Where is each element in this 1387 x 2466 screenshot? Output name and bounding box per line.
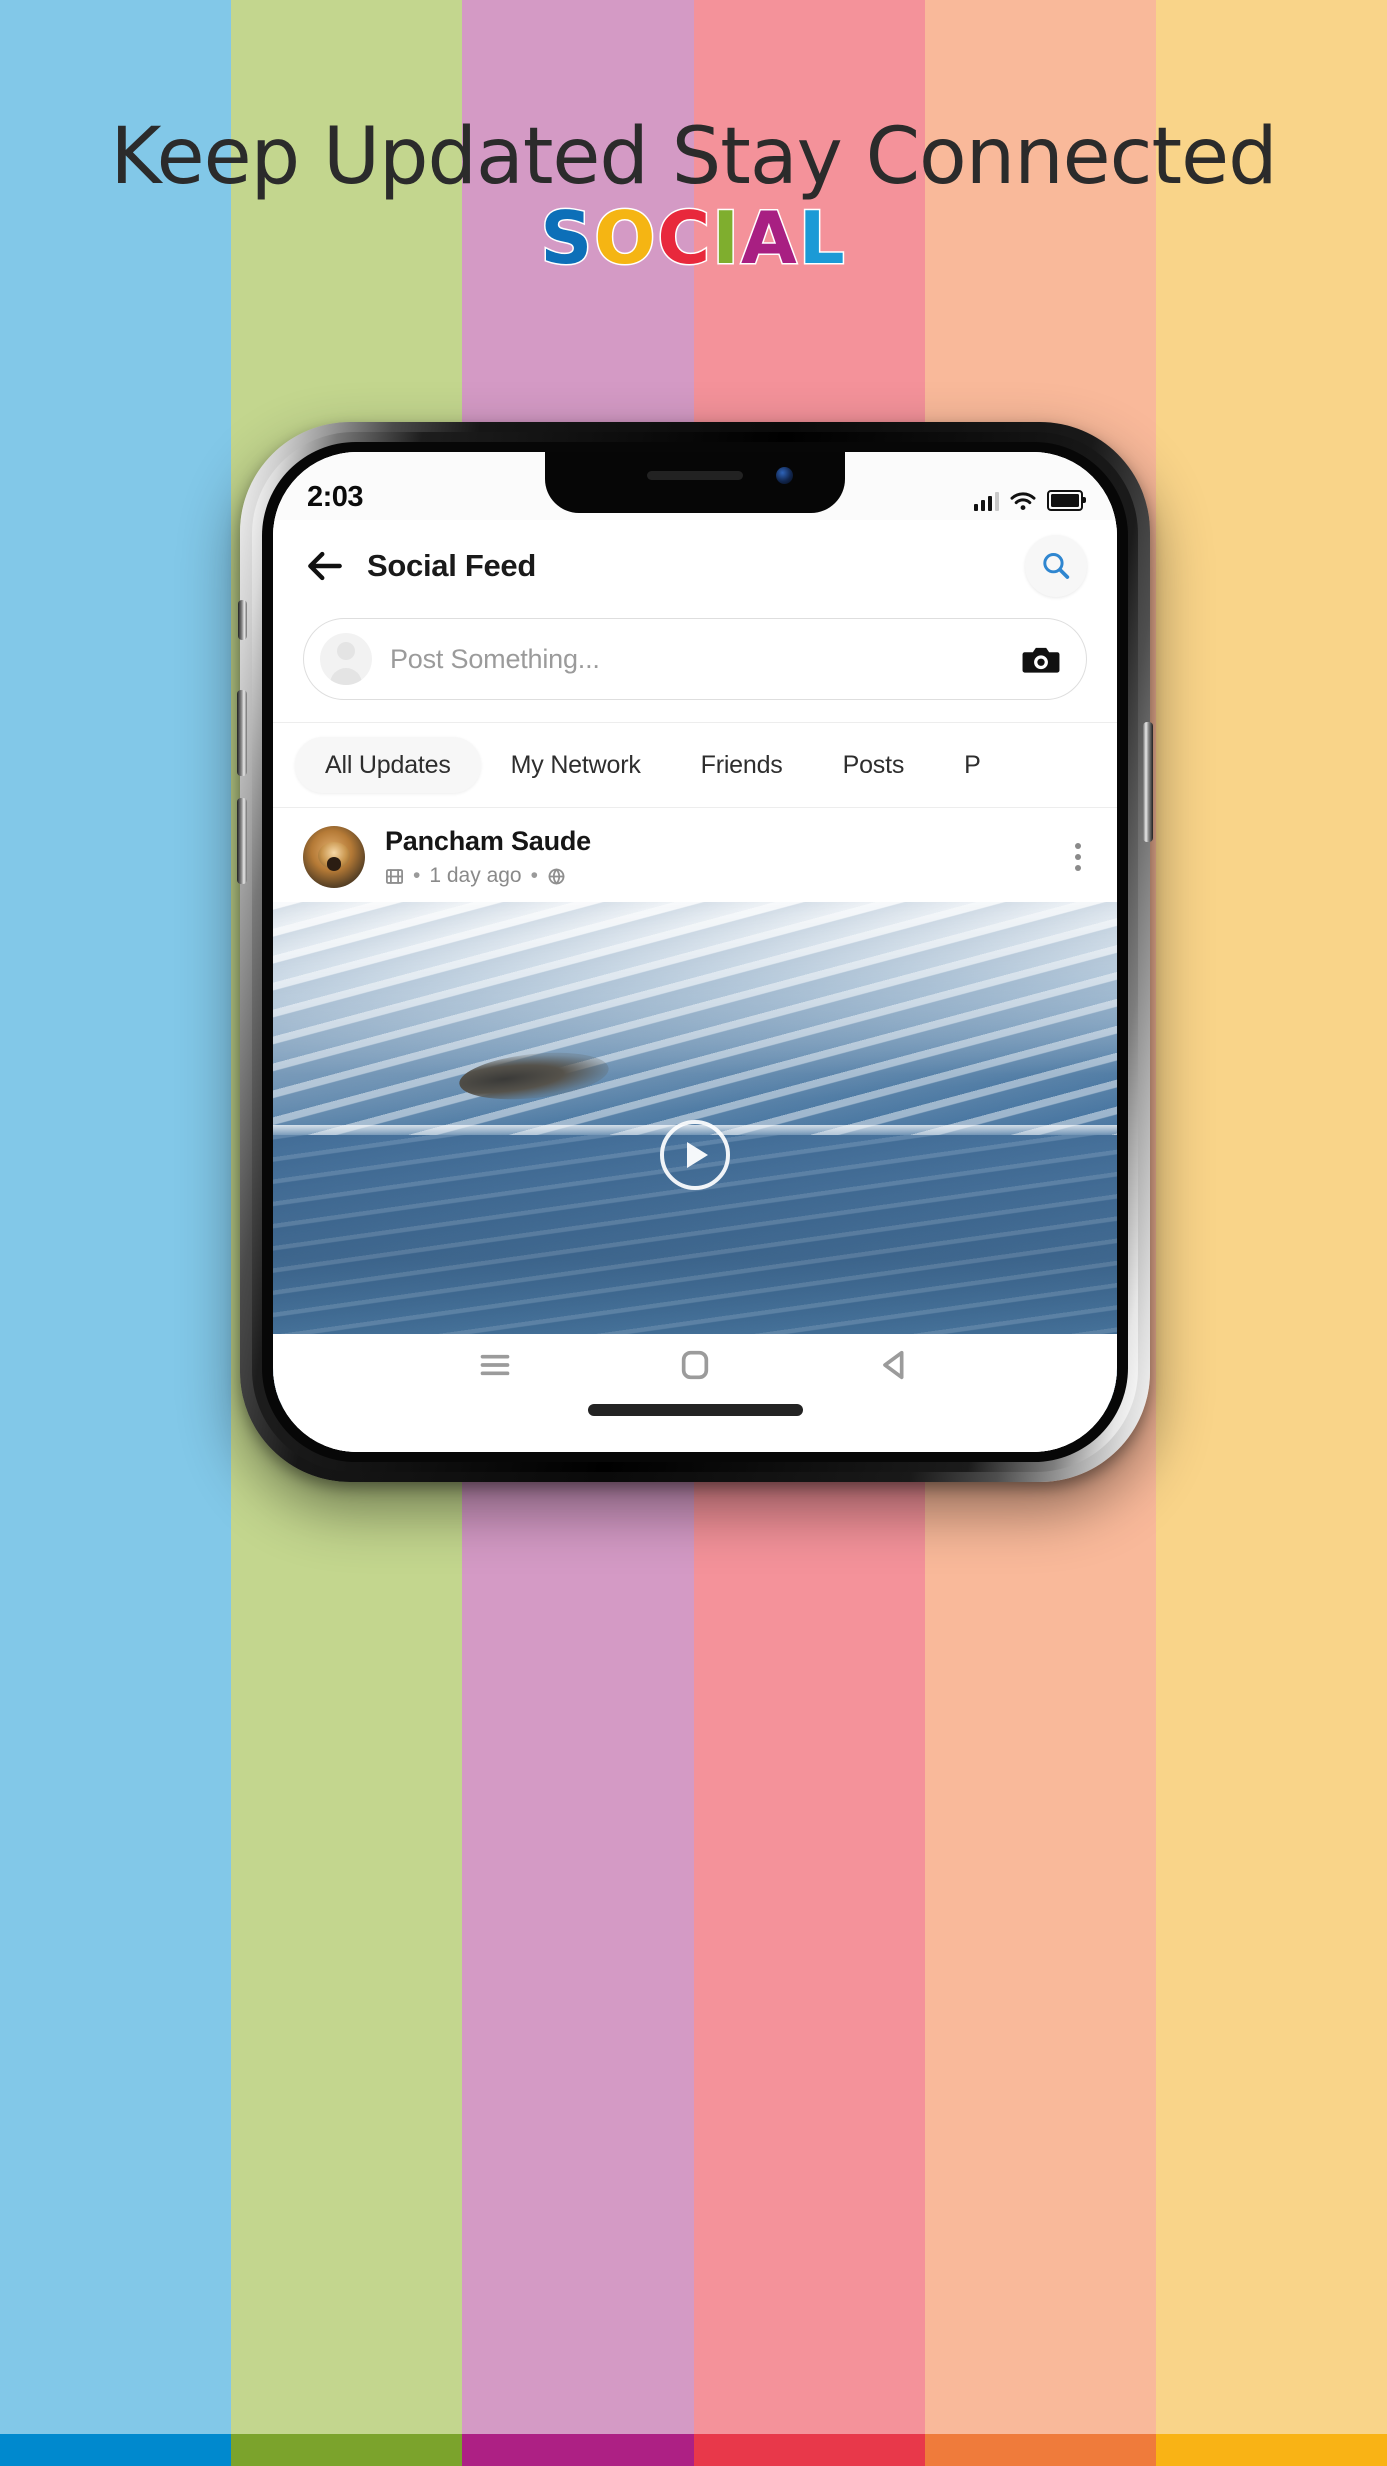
logo-letter-i: I [711,195,742,282]
home-indicator-bar[interactable] [587,1404,803,1416]
power-button[interactable] [1143,722,1153,842]
status-icons [973,490,1086,514]
logo-letter-s: S [539,195,595,282]
mute-switch-button[interactable] [238,600,247,640]
logo-letter-o: O [593,195,658,282]
post-timestamp: 1 day ago [429,864,522,887]
tab-my-network[interactable]: My Network [481,751,671,780]
bottom-band-stripe [462,2434,694,2466]
avatar-placeholder-icon [320,633,372,685]
back-triangle-icon[interactable] [875,1345,915,1385]
phone-mockup: 2:03 Social Feed Post Something... All U… [237,422,1153,1482]
home-square-icon[interactable] [678,1345,712,1385]
tab-partial[interactable]: P [934,751,1010,780]
search-button[interactable] [1025,535,1087,597]
feed-list[interactable]: Pancham Saude • 1 day ago • [273,808,1117,1452]
status-time: 2:03 [307,481,364,513]
bottom-band-stripe [1155,2434,1387,2466]
tab-all-updates[interactable]: All Updates [295,737,481,793]
phone-screen: 2:03 Social Feed Post Something... All U… [273,452,1117,1452]
play-icon[interactable] [660,1120,730,1190]
tab-friends[interactable]: Friends [671,751,813,780]
bottom-band-stripe [693,2434,925,2466]
background-stripe [0,0,232,2466]
back-arrow-icon[interactable] [303,544,347,588]
background-stripe [1155,0,1387,2466]
feed-tabs: All Updates My Network Friends Posts P [273,722,1117,808]
bottom-band-stripe [924,2434,1156,2466]
nav-buttons-row [273,1334,1117,1396]
composer-section: Post Something... [273,612,1117,722]
tab-posts[interactable]: Posts [813,751,935,780]
avatar[interactable] [303,826,365,888]
film-icon [385,868,404,884]
globe-icon [548,868,565,884]
composer-placeholder: Post Something... [390,643,600,674]
battery-icon [1047,490,1086,511]
earpiece-speaker [647,471,743,480]
meta-dot-2: • [530,864,538,887]
app-logo: SOCIAL [0,195,1387,282]
volume-down-button[interactable] [237,798,247,884]
bottom-band-stripe [0,2434,232,2466]
front-camera-icon [776,467,793,484]
bottom-band-stripe [231,2434,463,2466]
post-header: Pancham Saude • 1 day ago • [273,808,1117,902]
app-bar: Social Feed [273,520,1117,612]
phone-notch [545,452,845,513]
logo-letter-c: C [656,195,713,282]
android-nav-bar [273,1334,1117,1452]
background-bottom-band [0,2434,1387,2466]
social-app: 2:03 Social Feed Post Something... All U… [273,452,1117,1452]
post-author[interactable]: Pancham Saude [385,826,591,857]
post-meta: Pancham Saude • 1 day ago • [385,826,591,888]
page-title: Social Feed [367,548,536,583]
menu-lines-icon[interactable] [475,1345,515,1385]
post-composer[interactable]: Post Something... [303,618,1087,700]
promo-headline: Keep Updated Stay Connected [110,112,1277,202]
post-video[interactable] [273,902,1117,1408]
wifi-icon [1010,492,1036,510]
camera-icon[interactable] [1022,644,1060,674]
logo-letter-l: L [797,195,847,282]
kebab-menu-icon[interactable] [1069,835,1087,879]
logo-letter-a: A [740,195,799,282]
signal-bars-icon [973,492,999,511]
volume-up-button[interactable] [237,690,247,776]
search-icon [1043,553,1070,579]
meta-dot-1: • [413,864,421,887]
post-submeta: • 1 day ago • [385,864,591,888]
